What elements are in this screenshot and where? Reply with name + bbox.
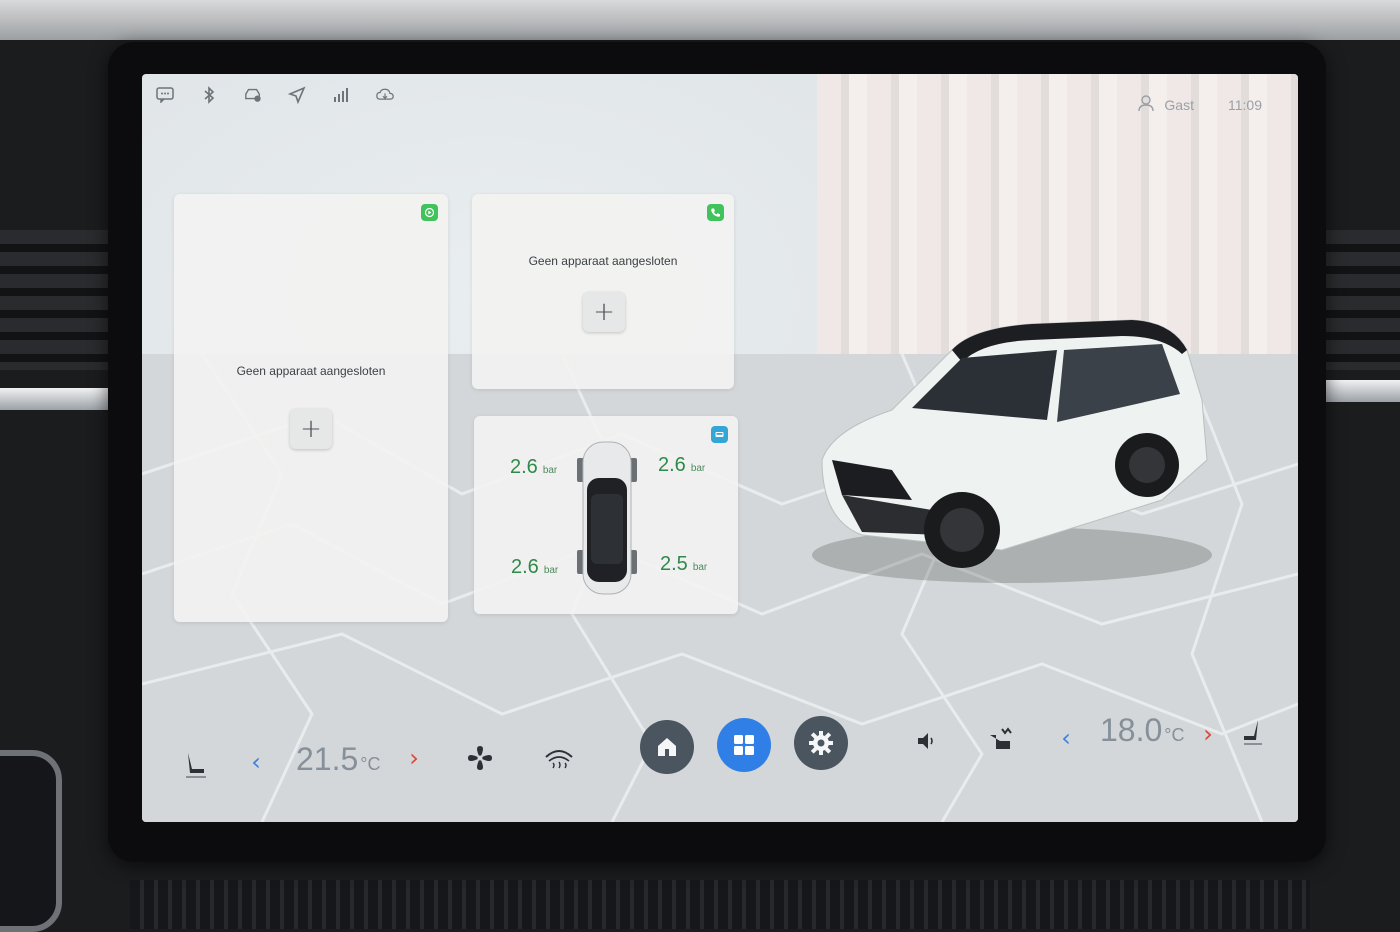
cloud-icon[interactable] bbox=[376, 86, 394, 104]
message-icon[interactable] bbox=[156, 86, 174, 104]
apps-button[interactable] bbox=[717, 718, 771, 772]
tire-front-right-value: 2.6 bbox=[658, 454, 686, 476]
status-bar-icons bbox=[156, 86, 394, 104]
tire-rear-left-unit: bar bbox=[543, 565, 559, 576]
tire-front-left-value: 2.6 bbox=[510, 456, 538, 478]
driver-temp-down-button[interactable]: ‹ bbox=[246, 748, 266, 776]
air-vent-bottom bbox=[130, 880, 1310, 929]
dashboard-top bbox=[0, 0, 1400, 40]
carplay-status-text: Geen apparaat aangesloten bbox=[236, 364, 386, 378]
volume-icon[interactable] bbox=[912, 726, 942, 756]
chrome-trim-left bbox=[0, 388, 110, 410]
tire-rear-right: 2.5 bar bbox=[660, 553, 707, 576]
carplay-card[interactable]: Geen apparaat aangesloten + bbox=[174, 194, 448, 622]
tire-front-right-unit: bar bbox=[690, 463, 706, 474]
clock: 11:09 bbox=[1228, 96, 1262, 113]
tire-front-right: 2.6 bar bbox=[658, 454, 705, 477]
phone-status-text: Geen apparaat aangesloten bbox=[528, 254, 678, 268]
home-button[interactable] bbox=[640, 720, 694, 774]
passenger-seat-ventilation-icon[interactable] bbox=[984, 722, 1016, 756]
car-icon bbox=[711, 426, 728, 443]
driver-temp-up-button[interactable]: › bbox=[404, 744, 424, 772]
passenger-seat-heating-icon[interactable] bbox=[1238, 714, 1268, 750]
driver-temp-value: 21.5 bbox=[296, 741, 359, 777]
settings-button[interactable] bbox=[794, 716, 848, 770]
home-icon bbox=[658, 738, 676, 756]
car-settings-icon[interactable] bbox=[244, 86, 262, 104]
phone-card[interactable]: Geen apparaat aangesloten + bbox=[472, 194, 734, 389]
passenger-temperature: 18.0 °C bbox=[1100, 712, 1184, 749]
passenger-temp-down-button[interactable]: ‹ bbox=[1056, 724, 1076, 752]
user-icon[interactable] bbox=[1138, 94, 1155, 115]
air-vent-left bbox=[0, 230, 110, 370]
tire-rear-left-value: 2.6 bbox=[511, 556, 539, 578]
driver-temp-unit: °C bbox=[360, 754, 381, 774]
navigation-icon[interactable] bbox=[288, 86, 306, 104]
phone-icon bbox=[707, 204, 724, 221]
vehicle-render bbox=[812, 319, 1212, 583]
tire-pressure-card[interactable]: 2.6 bar 2.6 bar 2.6 bar 2.5 bar bbox=[474, 416, 738, 614]
passenger-temp-up-button[interactable]: › bbox=[1198, 720, 1218, 748]
car-top-view-icon bbox=[577, 441, 637, 595]
driver-seat-heating-icon[interactable] bbox=[178, 744, 212, 784]
infotainment-screen: Gast 11:09 Geen apparaat aangesloten + G… bbox=[142, 74, 1298, 822]
user-label[interactable]: Gast bbox=[1164, 97, 1194, 113]
status-right: Gast 11:09 bbox=[1138, 94, 1262, 115]
phone-add-button[interactable]: + bbox=[583, 292, 625, 332]
tire-front-left-unit: bar bbox=[542, 465, 558, 476]
tire-rear-right-unit: bar bbox=[692, 562, 708, 573]
fan-icon[interactable] bbox=[462, 740, 498, 776]
passenger-temp-value: 18.0 bbox=[1100, 712, 1163, 748]
driver-temperature: 21.5 °C bbox=[296, 741, 380, 778]
apps-grid-icon bbox=[734, 735, 754, 755]
tire-front-left: 2.6 bar bbox=[510, 456, 557, 479]
passenger-temp-unit: °C bbox=[1164, 725, 1185, 745]
gear-knob bbox=[0, 750, 62, 932]
signal-icon bbox=[332, 86, 350, 104]
bluetooth-icon[interactable] bbox=[200, 86, 218, 104]
tire-rear-right-value: 2.5 bbox=[660, 553, 688, 575]
carplay-icon bbox=[421, 204, 438, 221]
bottom-dock: ‹ 21.5 °C › ‹ 18.0 °C › bbox=[142, 704, 1298, 814]
tire-rear-left: 2.6 bar bbox=[511, 556, 558, 579]
defrost-icon[interactable] bbox=[540, 738, 578, 774]
carplay-add-button[interactable]: + bbox=[290, 409, 332, 449]
gear-icon bbox=[809, 731, 833, 755]
